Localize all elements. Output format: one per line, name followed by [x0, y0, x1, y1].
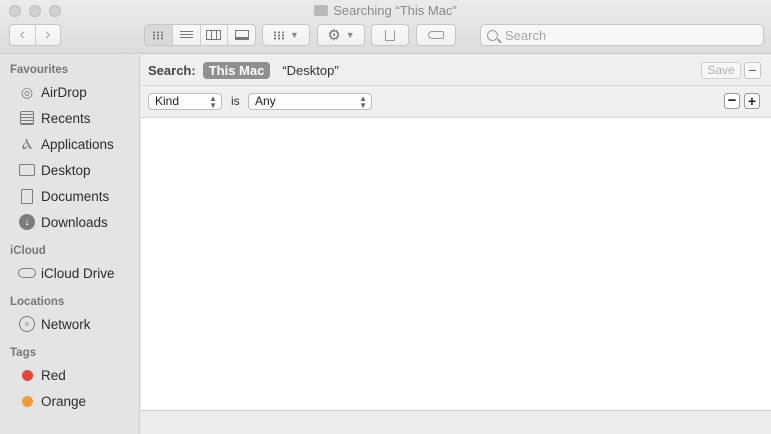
sidebar-item-tag-orange[interactable]: Orange — [0, 388, 139, 414]
main-pane: Search: This Mac “Desktop” Save − Kind ▲… — [141, 55, 771, 434]
list-icon — [179, 30, 193, 40]
remove-search-button[interactable]: − — [744, 62, 761, 79]
window-toolbar: Searching “This Mac” ‹ › ▼ ⚙ ▼ — [0, 0, 771, 54]
sidebar-item-label: iCloud Drive — [41, 265, 115, 281]
sidebar-heading-tags: Tags — [10, 347, 36, 359]
columns-icon — [206, 30, 222, 40]
scope-this-mac-button[interactable]: This Mac — [202, 61, 271, 79]
sidebar-heading-favourites: Favourites — [10, 64, 69, 76]
grid-icon — [273, 30, 286, 40]
search-results-area[interactable] — [141, 118, 771, 410]
sidebar-item-documents[interactable]: Documents — [0, 183, 139, 209]
criteria-attribute-popup[interactable]: Kind ▲ ▼ — [148, 93, 222, 110]
remove-criteria-button[interactable]: − — [724, 93, 740, 109]
chevron-down-icon: ▼ — [345, 30, 355, 40]
column-view-button[interactable] — [199, 25, 228, 45]
sidebar-item-recents[interactable]: Recents — [0, 105, 139, 131]
search-scope-bar: Search: This Mac “Desktop” Save − — [141, 55, 771, 86]
downloads-icon: ↓ — [18, 213, 36, 231]
criteria-value-popup[interactable]: Any ▲ ▼ — [248, 93, 372, 110]
sidebar-item-label: Red — [41, 367, 66, 383]
search-criteria-row: Kind ▲ ▼ is Any ▲ ▼ − + — [141, 86, 771, 118]
sidebar-item-label: Recents — [41, 110, 91, 126]
updown-chevron-icon: ▲ ▼ — [359, 94, 367, 110]
chevron-down-icon: ▼ — [290, 30, 299, 40]
add-criteria-button[interactable]: + — [744, 93, 760, 109]
scope-desktop-button[interactable]: “Desktop” — [282, 63, 338, 78]
sidebar-item-desktop[interactable]: Desktop — [0, 157, 139, 183]
search-icon — [487, 29, 498, 41]
sidebar-item-label: Documents — [41, 188, 110, 204]
share-button[interactable] — [371, 24, 409, 46]
desktop-icon — [18, 161, 36, 179]
share-icon — [385, 29, 395, 41]
folder-icon — [314, 5, 329, 16]
updown-chevron-icon: ▲ ▼ — [209, 94, 217, 110]
gallery-view-button[interactable] — [227, 25, 255, 45]
icon-view-button[interactable] — [145, 25, 172, 45]
search-scope-label: Search: — [148, 62, 196, 78]
sidebar-item-label: Orange — [41, 393, 87, 409]
list-view-button[interactable] — [171, 25, 200, 45]
sidebar-item-applications[interactable]: Ⲁ Applications — [0, 131, 139, 157]
red-tag-icon — [18, 366, 36, 384]
sidebar-item-label: Downloads — [41, 214, 108, 230]
orange-tag-icon — [18, 392, 36, 410]
chevron-right-icon[interactable]: › — [34, 25, 61, 45]
documents-icon — [18, 187, 36, 205]
search-field[interactable] — [480, 24, 764, 46]
sidebar-item-icloud-drive[interactable]: iCloud Drive — [0, 260, 139, 286]
sidebar-item-tag-red[interactable]: Red — [0, 362, 139, 388]
grid-icon — [152, 30, 165, 40]
sidebar-heading-icloud: iCloud — [10, 245, 46, 257]
sidebar-heading-locations: Locations — [10, 296, 65, 308]
view-mode-control — [144, 24, 256, 46]
sidebar-item-airdrop[interactable]: ◎ AirDrop — [0, 79, 139, 105]
tag-icon — [428, 31, 444, 39]
recents-icon — [18, 109, 36, 127]
save-search-button[interactable]: Save — [701, 62, 741, 79]
sidebar-item-network[interactable]: Network — [0, 311, 139, 337]
network-icon — [18, 315, 36, 333]
gear-icon: ⚙ — [327, 26, 341, 44]
sidebar-item-label: Network — [41, 316, 91, 332]
airdrop-icon: ◎ — [20, 83, 34, 100]
status-bar — [141, 410, 771, 434]
tags-button[interactable] — [416, 24, 456, 46]
sidebar-item-downloads[interactable]: ↓ Downloads — [0, 209, 139, 235]
gallery-icon — [234, 30, 249, 40]
applications-icon: Ⲁ — [21, 135, 33, 152]
action-menu-button[interactable]: ⚙ ▼ — [317, 24, 365, 46]
sidebar-item-label: AirDrop — [41, 84, 87, 100]
sidebar-item-label: Desktop — [41, 162, 91, 178]
cloud-icon — [18, 264, 36, 282]
back-forward-control: ‹ › — [9, 24, 61, 46]
search-input[interactable] — [505, 27, 755, 43]
group-by-button[interactable]: ▼ — [262, 24, 310, 46]
chevron-left-icon[interactable]: ‹ — [10, 25, 35, 45]
sidebar: Favourites ◎ AirDrop Recents Ⲁ Applicati… — [0, 55, 140, 434]
window-title: Searching “This Mac” — [0, 3, 771, 18]
criteria-operator-label: is — [231, 94, 240, 108]
sidebar-item-label: Applications — [41, 136, 114, 152]
